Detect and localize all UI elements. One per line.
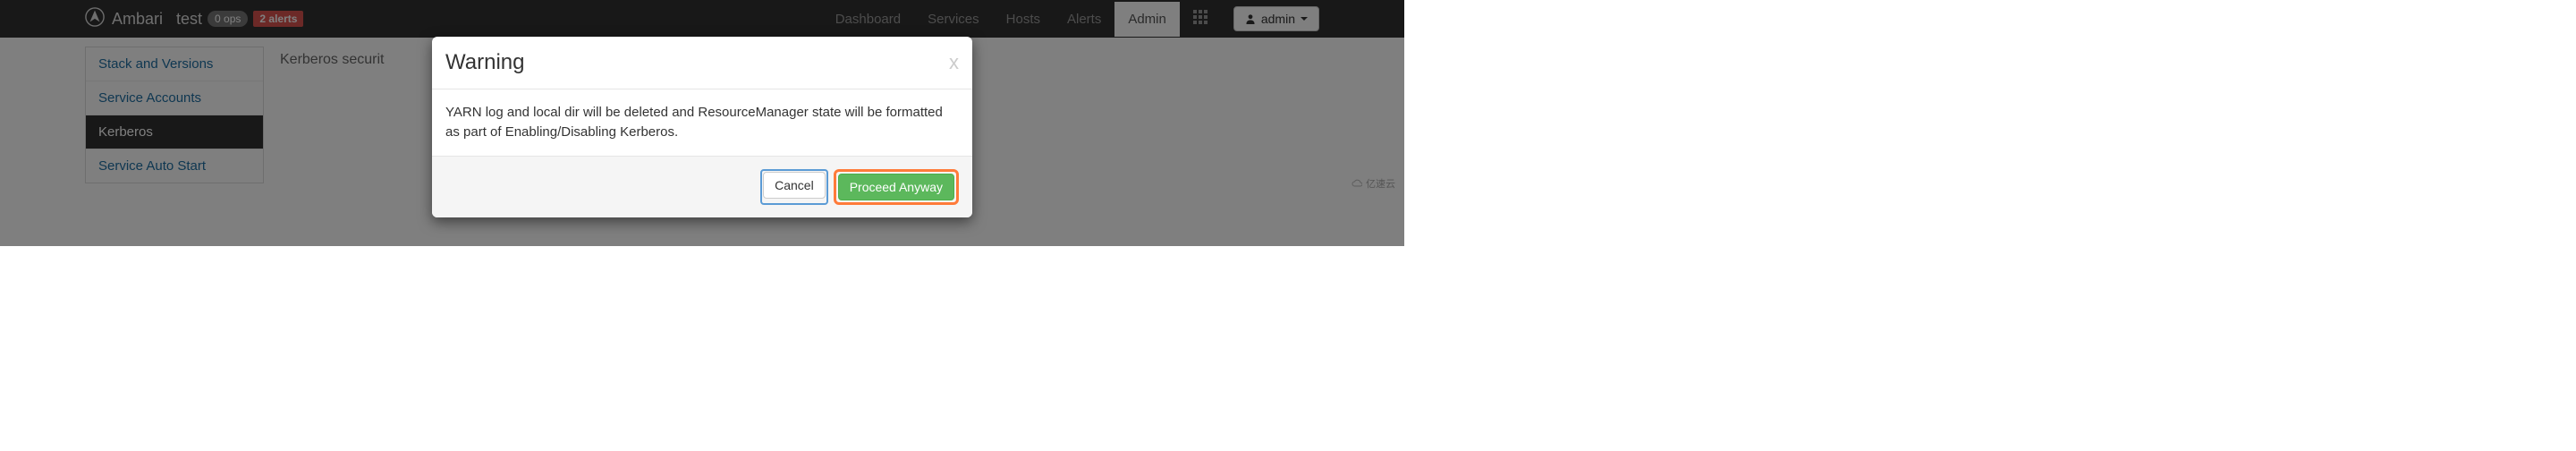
modal-body: YARN log and local dir will be deleted a… [432,89,972,156]
modal-title: Warning [445,50,524,75]
cancel-button[interactable]: Cancel [763,172,826,199]
modal-header: Warning x [432,37,972,89]
proceed-highlight-box: Proceed Anyway [834,169,959,205]
proceed-anyway-button[interactable]: Proceed Anyway [838,174,954,200]
modal-footer: Cancel Proceed Anyway [432,156,972,217]
cancel-highlight-box: Cancel [760,169,828,205]
warning-modal: Warning x YARN log and local dir will be… [432,37,972,217]
close-icon[interactable]: x [949,53,959,72]
